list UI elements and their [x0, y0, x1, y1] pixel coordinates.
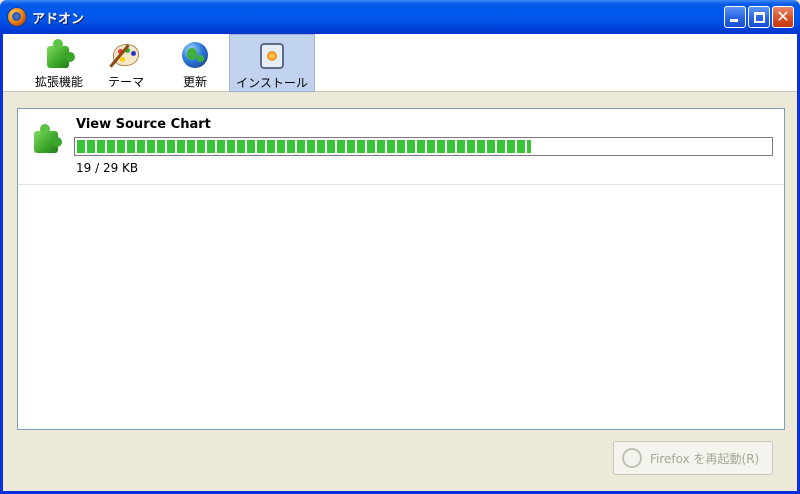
addons-window: アドオン ✕ 拡張機能 テーマ 更新 インストール View Source Ch… — [0, 0, 800, 494]
firefox-icon — [8, 8, 26, 26]
tab-label: テーマ — [107, 75, 144, 89]
maximize-icon — [754, 12, 765, 23]
progress-fill — [77, 140, 531, 153]
addon-name: View Source Chart — [76, 117, 211, 132]
tab-extensions[interactable]: 拡張機能 — [25, 34, 93, 92]
globe-icon — [179, 40, 211, 70]
tab-install[interactable]: インストール — [229, 34, 315, 92]
minimize-button[interactable] — [724, 6, 746, 28]
install-list[interactable]: View Source Chart 19 / 29 KB — [17, 108, 785, 430]
close-button[interactable]: ✕ — [772, 6, 794, 28]
list-item[interactable]: View Source Chart 19 / 29 KB — [18, 109, 784, 185]
close-icon: ✕ — [776, 7, 790, 26]
maximize-button[interactable] — [748, 6, 770, 28]
download-progress-bar — [74, 137, 773, 156]
tab-label: 更新 — [182, 75, 207, 89]
install-icon — [256, 41, 288, 71]
restart-label: Firefox を再起動(R) — [650, 451, 760, 466]
tab-label: インストール — [236, 76, 308, 90]
palette-icon — [109, 40, 142, 70]
puzzle-icon — [32, 123, 64, 155]
puzzle-icon — [43, 39, 75, 70]
restart-firefox-button[interactable]: Firefox を再起動(R) — [613, 441, 773, 475]
tab-updates[interactable]: 更新 — [163, 34, 227, 92]
tab-label: 拡張機能 — [34, 75, 83, 89]
title-bar[interactable]: アドオン ✕ — [0, 0, 800, 34]
window-title: アドオン — [32, 11, 85, 27]
window-controls: ✕ — [724, 6, 794, 28]
addons-toolbar: 拡張機能 テーマ 更新 インストール — [3, 34, 797, 92]
tab-themes[interactable]: テーマ — [95, 34, 157, 92]
minimize-icon — [730, 19, 738, 22]
restart-icon — [622, 448, 642, 468]
download-status: 19 / 29 KB — [76, 161, 139, 175]
